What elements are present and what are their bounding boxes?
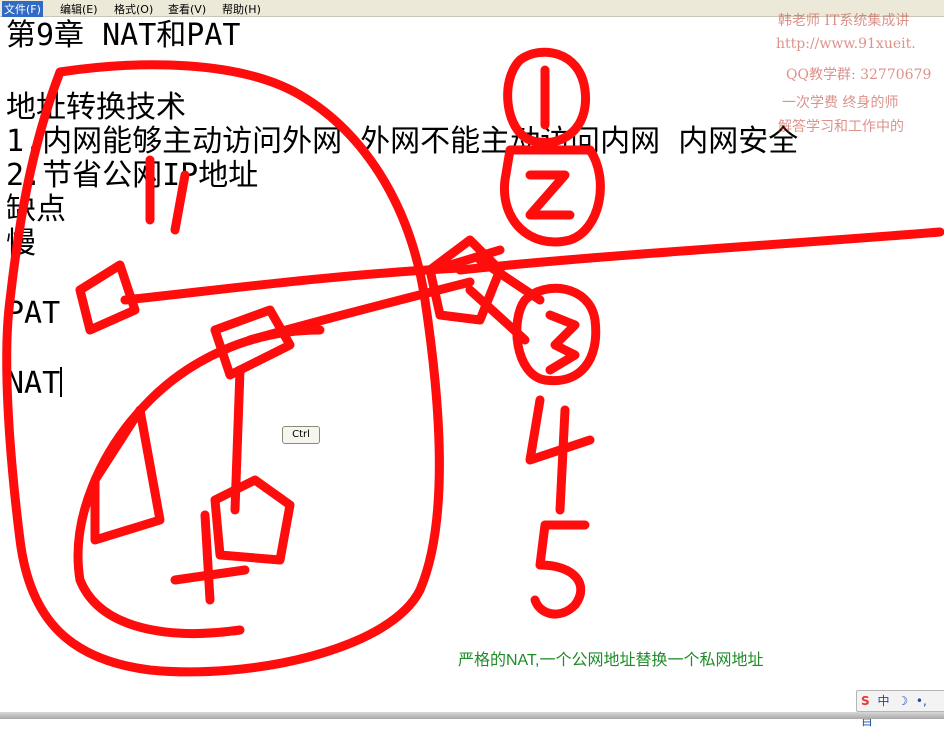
ime-logo-icon[interactable]: S (861, 691, 870, 711)
menu-help[interactable]: 帮助(H) (222, 1, 261, 17)
ink-hub-spokes (445, 245, 545, 345)
doc-line-title: 第9章 NAT和PAT (6, 18, 241, 53)
ink-hub (425, 235, 505, 325)
doc-line-point-2: 2.节省公网IP地址 (6, 158, 259, 193)
ime-punct-toggle[interactable]: •, (916, 691, 927, 711)
ink-vertical-stroke (230, 365, 245, 515)
ink-inner-loop (73, 325, 325, 638)
ink-circle-2 (499, 145, 605, 247)
watermark-line-1: 韩老师 IT系统集成讲 (778, 13, 910, 29)
doc-line-nat: NAT (6, 366, 63, 402)
menu-format[interactable]: 格式(O) (114, 1, 153, 17)
ink-digit-5 (530, 520, 590, 619)
ink-plus (170, 510, 250, 605)
ink-long-right-line (455, 227, 944, 275)
ink-quad-left (90, 405, 165, 545)
ink-digit-4 (525, 395, 595, 515)
menu-edit[interactable]: 编辑(E) (60, 1, 98, 17)
watermark-line-2: http://www.91xueit. (776, 36, 916, 52)
ctrl-key-tooltip: Ctrl (282, 426, 320, 444)
doc-line-point-1: 1.内网能够主动访问外网 外网不能主动访问内网 内网安全 (6, 124, 799, 159)
text-cursor (60, 367, 63, 397)
subtitle-caption: 严格的NAT,一个公网地址替换一个私网地址 (458, 652, 764, 669)
doc-line-drawback: 缺点 (6, 192, 66, 227)
watermark-line-4: 一次学费 终身的师 (782, 95, 899, 111)
doc-line-slow: 慢 (6, 226, 36, 261)
ink-line-to-hub (120, 263, 465, 305)
doc-line-nat-text: NAT (6, 366, 61, 401)
ink-triangle-left (75, 260, 140, 335)
menu-file[interactable]: 文件(F) (2, 1, 43, 17)
watermark-line-5: 解答学习和工作中的 (778, 119, 904, 135)
ink-line-to-hub-2 (245, 277, 475, 345)
doc-line-pat: PAT (6, 296, 61, 331)
doc-line-heading: 地址转换技术 (6, 90, 186, 125)
ink-circle-3 (512, 283, 601, 386)
ink-square-upper (210, 305, 295, 380)
ime-toolbar[interactable]: S 中 ☽ •, 目 (856, 690, 944, 728)
ime-moon-icon[interactable]: ☽ (897, 691, 908, 711)
ink-pentagon-lower (210, 475, 295, 565)
menu-view[interactable]: 查看(V) (168, 1, 206, 17)
taskbar (0, 712, 944, 719)
watermark-line-3: QQ教学群: 32770679 (786, 67, 932, 83)
ime-lang-toggle[interactable]: 中 (877, 691, 889, 711)
